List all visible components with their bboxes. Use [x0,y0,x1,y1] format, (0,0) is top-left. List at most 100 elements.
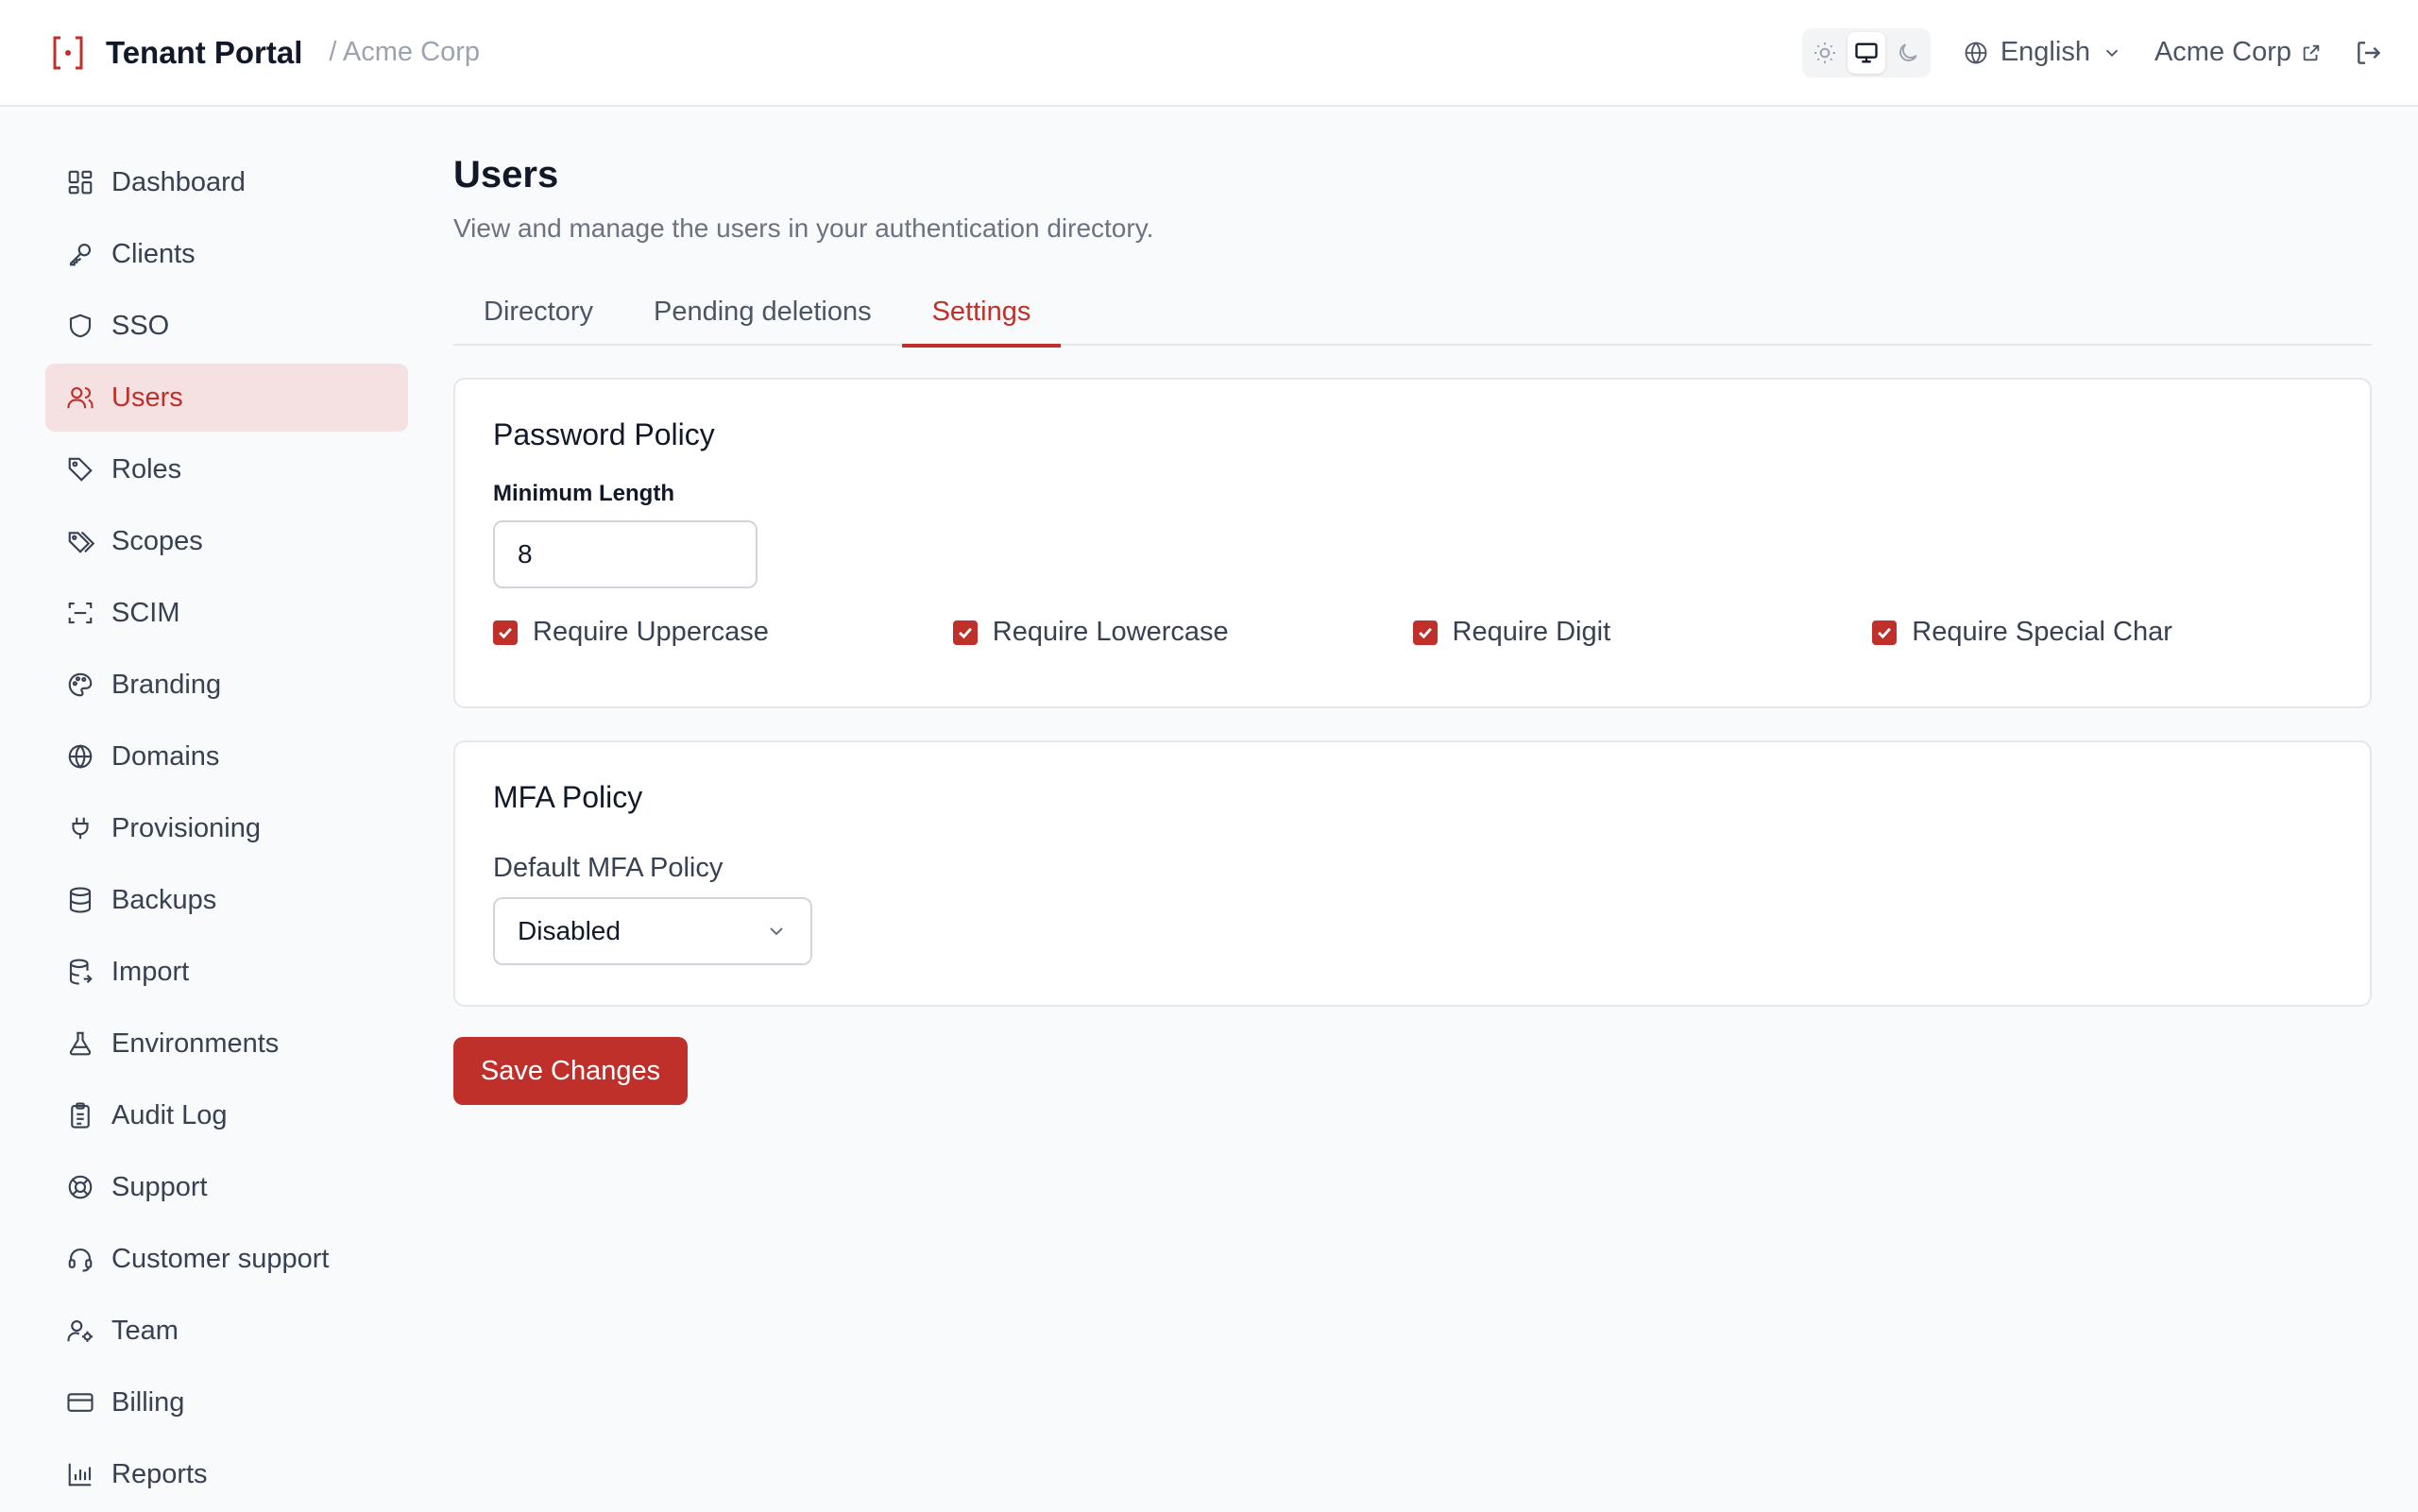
sidebar-item-dashboard[interactable]: Dashboard [45,148,408,216]
sidebar-item-label: Import [111,956,190,987]
tag-icon [68,457,93,482]
sidebar-item-label: Support [111,1171,208,1202]
sidebar-item-domains[interactable]: Domains [45,722,408,790]
require-digit-checkbox[interactable]: Require Digit [1412,617,1873,648]
sidebar-item-label: SSO [111,310,170,341]
default-mfa-policy-select[interactable]: Disabled [493,897,812,965]
credit-card-icon [67,1393,94,1412]
headset-icon [68,1248,93,1272]
tenant-name: Acme Corp [2154,37,2291,67]
sidebar-item-label: Reports [111,1458,208,1489]
logout-icon [2358,41,2381,64]
sidebar-item-label: Customer support [111,1243,330,1274]
key-icon [69,243,92,266]
checkbox-label: Require Special Char [1912,617,2172,647]
sidebar-item-label: Domains [111,740,220,772]
sidebar-item-label: Environments [111,1028,280,1059]
sidebar-item-label: Dashboard [111,166,246,197]
sidebar-item-customer-support[interactable]: Customer support [45,1225,408,1293]
sidebar-item-scim[interactable]: SCIM [45,579,408,647]
page-subtitle: View and manage the users in your authen… [453,213,1154,243]
light-theme-button[interactable] [1806,32,1844,74]
tags-icon [68,532,94,553]
tenant-external-link[interactable]: Acme Corp [2154,37,2322,68]
sidebar-item-label: Users [111,382,183,413]
sidebar-item-label: Billing [111,1386,185,1418]
sidebar-item-label: Backups [111,884,217,915]
sidebar-item-backups[interactable]: Backups [45,866,408,934]
sidebar-item-import[interactable]: Import [45,938,408,1006]
logo-icon [49,34,87,72]
chevron-down-icon [2105,49,2119,57]
moon-icon [1899,42,1917,61]
globe-icon [68,744,93,769]
sidebar-item-support[interactable]: Support [45,1153,408,1221]
require-special-char-checkbox[interactable]: Require Special Char [1872,617,2332,648]
logout-button[interactable] [2354,38,2384,68]
require-lowercase-checkbox[interactable]: Require Lowercase [952,617,1413,648]
checkbox-checked-icon [952,620,978,645]
sidebar: Dashboard Clients SSO Users Roles Scopes… [45,107,408,1512]
bar-chart-icon [68,1463,92,1487]
dashboard-icon [68,170,93,195]
sun-icon [1814,42,1835,63]
sidebar-nav: Dashboard Clients SSO Users Roles Scopes… [45,107,408,1508]
app-title[interactable]: Tenant Portal [106,35,302,71]
require-uppercase-checkbox[interactable]: Require Uppercase [493,617,953,648]
checkbox-label: Require Digit [1452,617,1611,647]
sidebar-item-reports[interactable]: Reports [45,1440,408,1508]
scan-icon [68,602,93,624]
minimum-length-input[interactable]: 8 [493,520,758,588]
sidebar-item-users[interactable]: Users [45,364,408,432]
password-policy-card: Password Policy Minimum Length 8 Require… [453,378,2372,708]
checkbox-label: Require Lowercase [992,617,1229,647]
sidebar-item-environments[interactable]: Environments [45,1010,408,1078]
select-value: Disabled [518,916,621,945]
dark-theme-button[interactable] [1889,32,1927,74]
minimum-length-label: Minimum Length [493,481,674,506]
password-requirements: Require Uppercase Require Lowercase Requ… [493,617,2332,648]
mfa-policy-card: MFA Policy Default MFA Policy Disabled [453,740,2372,1007]
theme-switcher [1801,27,1931,77]
save-changes-button[interactable]: Save Changes [453,1037,688,1105]
sidebar-item-label: Roles [111,453,182,484]
sidebar-item-team[interactable]: Team [45,1297,408,1365]
language-label: English [2000,37,2090,67]
brand: Tenant Portal / Acme Corp [49,34,480,72]
external-link-icon [2303,44,2320,60]
sidebar-item-label: Scopes [111,525,203,556]
tab-settings[interactable]: Settings [901,278,1062,348]
flask-icon [69,1031,92,1056]
sidebar-item-provisioning[interactable]: Provisioning [45,794,408,862]
password-policy-title: Password Policy [493,417,715,451]
sidebar-item-scopes[interactable]: Scopes [45,507,408,575]
sidebar-item-branding[interactable]: Branding [45,651,408,719]
database-import-icon [69,959,93,985]
lifebuoy-icon [68,1175,93,1199]
shield-icon [69,314,92,338]
sidebar-item-label: Audit Log [111,1099,228,1130]
system-theme-button[interactable] [1847,31,1885,74]
tab-directory[interactable]: Directory [453,278,623,346]
page-title: Users [453,154,559,195]
sidebar-item-audit-log[interactable]: Audit Log [45,1081,408,1149]
user-cog-icon [67,1319,94,1342]
sidebar-item-roles[interactable]: Roles [45,435,408,503]
main-content: Users View and manage the users in your … [453,107,2372,1105]
sidebar-item-clients[interactable]: Clients [45,220,408,288]
default-mfa-policy-label: Default MFA Policy [493,853,724,883]
checkbox-label: Require Uppercase [533,617,769,647]
sidebar-item-billing[interactable]: Billing [45,1368,408,1436]
tab-pending-deletions[interactable]: Pending deletions [623,278,902,346]
plug-icon [72,817,89,840]
language-selector[interactable]: English [1963,37,2122,68]
sidebar-item-label: SCIM [111,597,180,628]
palette-icon [68,672,93,697]
sidebar-item-label: Branding [111,669,222,700]
sidebar-item-label: Clients [111,238,196,269]
checkbox-checked-icon [493,620,518,645]
globe-icon [1965,41,1987,64]
sidebar-item-sso[interactable]: SSO [45,292,408,360]
mfa-policy-title: MFA Policy [493,780,643,814]
checkbox-checked-icon [1412,620,1438,645]
